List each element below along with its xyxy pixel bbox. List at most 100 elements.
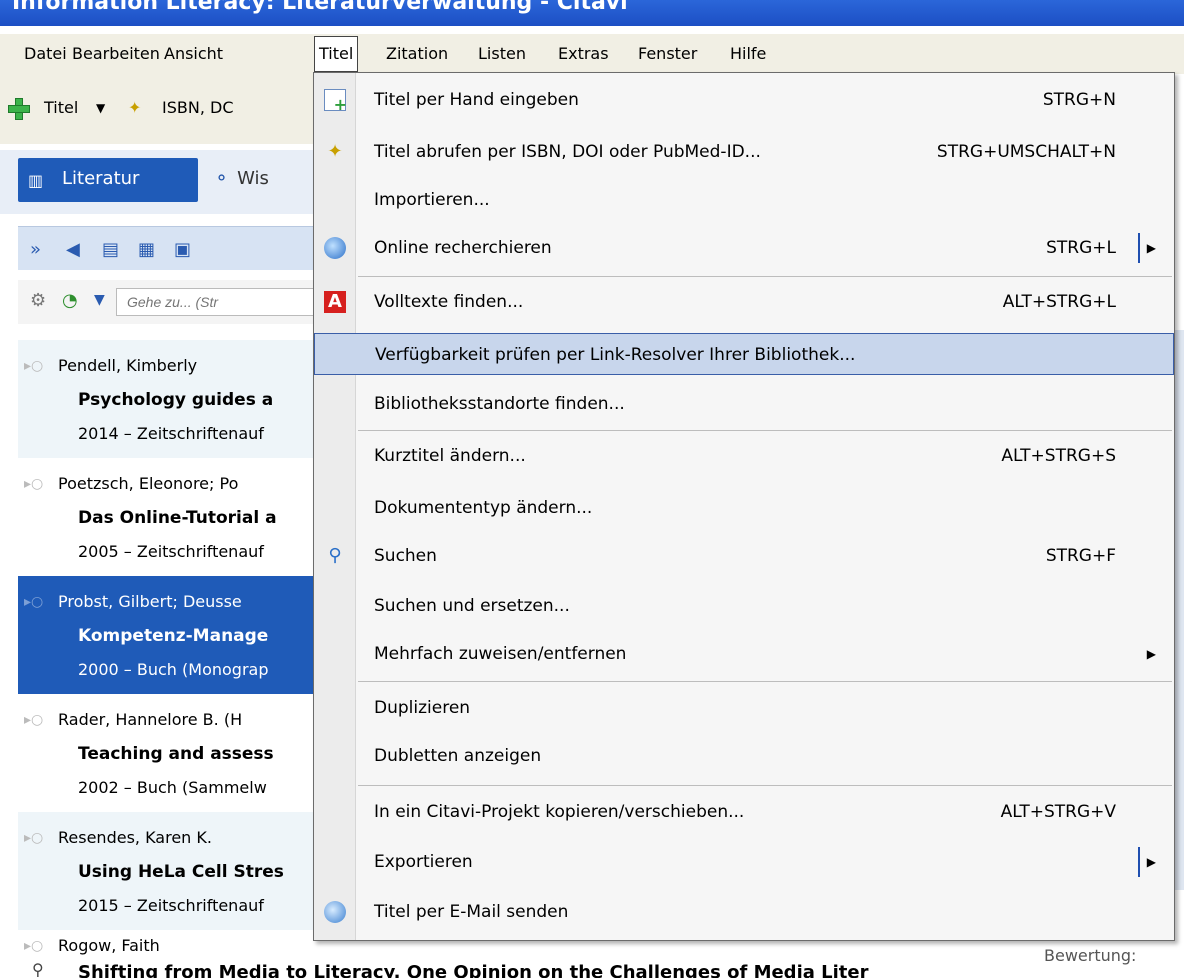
menu-fenster[interactable]: Fenster — [634, 34, 701, 74]
menu-item-verfuegbarkeit-pruefen[interactable]: Verfügbarkeit prüfen per Link-Resolver I… — [314, 333, 1174, 375]
menu-item-label: Dubletten anzeigen — [374, 746, 542, 766]
chevron-down-icon[interactable]: ▼ — [94, 292, 105, 308]
reference-meta: 2005 – Zeitschriftenauf — [78, 542, 264, 561]
edit-icon[interactable]: ▤ — [102, 239, 119, 260]
reference-title: Teaching and assess — [78, 744, 274, 764]
flag-icon[interactable]: ▸○ — [24, 358, 43, 374]
reference-author: Rogow, Faith — [58, 936, 160, 955]
chevron-down-icon[interactable]: ▼ — [96, 94, 105, 122]
menu-item-duplizieren[interactable]: Duplizieren — [314, 687, 1174, 729]
titel-dropdown-menu: Titel per Hand eingeben STRG+N ✦ Titel a… — [313, 72, 1175, 941]
history-icon[interactable]: ◔ — [62, 290, 78, 311]
menu-item-label: Importieren... — [374, 190, 490, 210]
menu-item-bibliotheksstandorte[interactable]: Bibliotheksstandorte finden... — [314, 383, 1174, 425]
menu-item-label: Suchen — [374, 546, 437, 566]
reference-title: Das Online-Tutorial a — [78, 508, 277, 528]
menu-item-kurztitel-aendern[interactable]: Kurztitel ändern... ALT+STRG+S — [314, 435, 1174, 477]
menu-hilfe[interactable]: Hilfe — [726, 34, 770, 74]
pdf-icon: A — [324, 291, 346, 313]
reference-title: Psychology guides a — [78, 390, 274, 410]
menu-item-titel-per-hand[interactable]: Titel per Hand eingeben STRG+N — [314, 79, 1174, 121]
toolbar: Titel ▼ ✦ ISBN, DC — [0, 74, 320, 144]
menu-separator — [358, 785, 1172, 786]
add-icon[interactable] — [8, 98, 30, 120]
menu-item-label: Titel per Hand eingeben — [374, 90, 579, 110]
menu-item-citavi-projekt-kopieren[interactable]: In ein Citavi-Projekt kopieren/verschieb… — [314, 791, 1174, 833]
menu-item-label: Kurztitel ändern... — [374, 446, 526, 466]
reference-title: Shifting from Media to Literacy. One Opi… — [78, 962, 869, 978]
menu-extras[interactable]: Extras — [554, 34, 613, 74]
reference-author: Pendell, Kimberly — [58, 356, 198, 375]
menu-item-shortcut: ALT+STRG+S — [1001, 446, 1116, 466]
tab-literatur[interactable]: ▥ Literatur — [18, 158, 198, 202]
navigator-tabs: ▥ Literatur ⚬ Wis — [0, 150, 320, 214]
export-icon[interactable]: ▣ — [174, 239, 191, 260]
menu-item-label: In ein Citavi-Projekt kopieren/verschieb… — [374, 802, 745, 822]
menu-zitation[interactable]: Zitation — [382, 34, 452, 74]
grid-icon[interactable]: ▦ — [138, 239, 155, 260]
menu-item-shortcut: ALT+STRG+L — [1002, 292, 1116, 312]
reference-title: Kompetenz-Manage — [78, 626, 269, 646]
search-icon: ⚲ — [328, 545, 342, 566]
menu-item-shortcut: ALT+STRG+V — [1000, 802, 1116, 822]
menu-item-importieren[interactable]: Importieren... — [314, 179, 1174, 221]
list-item[interactable]: ▸○ Rader, Hannelore B. (H Teaching and a… — [18, 694, 320, 812]
menu-item-volltexte-finden[interactable]: A Volltexte finden... ALT+STRG+L — [314, 281, 1174, 323]
menu-item-email-senden[interactable]: Titel per E-Mail senden — [314, 891, 1174, 933]
magic-wand-icon[interactable]: ✦ — [128, 94, 141, 122]
menu-datei[interactable]: Datei — [20, 34, 71, 74]
expand-icon[interactable]: » — [30, 239, 41, 260]
chevron-right-icon[interactable]: ▶ — [1147, 841, 1156, 883]
menu-separator — [358, 430, 1172, 431]
menu-item-label: Verfügbarkeit prüfen per Link-Resolver I… — [375, 345, 856, 365]
toolbar-titel-button[interactable]: Titel — [44, 94, 78, 122]
menu-item-label: Duplizieren — [374, 698, 471, 718]
list-item[interactable]: ▸○ Pendell, Kimberly Psychology guides a… — [18, 340, 320, 458]
list-item[interactable]: ▸○ Probst, Gilbert; Deusse Kompetenz-Man… — [18, 576, 320, 694]
flag-icon[interactable]: ▸○ — [24, 712, 43, 728]
flag-icon[interactable]: ▸○ — [24, 938, 43, 954]
menu-item-label: Mehrfach zuweisen/entfernen — [374, 644, 627, 664]
gear-icon[interactable]: ⚙ — [30, 290, 46, 311]
menu-titel[interactable]: Titel — [314, 36, 359, 72]
network-icon: ⚬ — [214, 168, 230, 189]
flag-icon[interactable]: ▸○ — [24, 476, 43, 492]
menu-listen[interactable]: Listen — [474, 34, 530, 74]
goto-input[interactable] — [116, 288, 326, 316]
menu-item-titel-abrufen[interactable]: ✦ Titel abrufen per ISBN, DOI oder PubMe… — [314, 131, 1174, 173]
menu-item-shortcut: STRG+F — [1045, 546, 1116, 566]
menu-item-suchen-und-ersetzen[interactable]: Suchen und ersetzen... — [314, 585, 1174, 627]
menu-item-label: Online recherchieren — [374, 238, 552, 258]
back-icon[interactable]: ◀ — [66, 239, 80, 260]
reference-list: ▸○ Pendell, Kimberly Psychology guides a… — [18, 340, 320, 978]
menu-item-label: Volltexte finden... — [374, 292, 524, 312]
split-divider — [1138, 847, 1140, 877]
flag-icon[interactable]: ▸○ — [24, 594, 43, 610]
menu-item-online-recherchieren[interactable]: Online recherchieren STRG+L ▶ — [314, 227, 1174, 269]
reference-meta: 2015 – Zeitschriftenauf — [78, 896, 264, 915]
menu-item-mehrfach-zuweisen[interactable]: Mehrfach zuweisen/entfernen ▶ — [314, 633, 1174, 675]
menu-item-dubletten-anzeigen[interactable]: Dubletten anzeigen — [314, 735, 1174, 777]
reference-meta: 2014 – Zeitschriftenauf — [78, 424, 264, 443]
tab-wissen[interactable]: ⚬ Wis — [214, 168, 269, 189]
flag-icon[interactable]: ▸○ — [24, 830, 43, 846]
reference-actionbar: » ◀ ▤ ▦ ▣ — [18, 226, 320, 270]
list-item[interactable]: ▸○ Poetzsch, Eleonore; Po Das Online-Tut… — [18, 458, 320, 576]
menu-ansicht[interactable]: Ansicht — [160, 34, 227, 74]
menu-item-label: Titel abrufen per ISBN, DOI oder PubMed-… — [374, 142, 761, 162]
rating-label: Bewertung: — [1044, 946, 1137, 965]
toolbar-isbn-button[interactable]: ISBN, DC — [162, 94, 233, 122]
menu-bearbeiten[interactable]: Bearbeiten — [68, 34, 164, 74]
menu-item-suchen[interactable]: ⚲ Suchen STRG+F — [314, 535, 1174, 577]
menu-item-exportieren[interactable]: Exportieren ▶ — [314, 841, 1174, 883]
reference-title: Using HeLa Cell Stres — [78, 862, 284, 882]
chevron-right-icon[interactable]: ▶ — [1147, 227, 1156, 269]
tab-wissen-label: Wis — [237, 168, 269, 189]
menu-item-shortcut: STRG+N — [1042, 90, 1116, 110]
search-row: ⚙ ◔ ▼ — [18, 280, 326, 324]
new-document-icon — [324, 89, 347, 116]
menu-item-dokumententyp-aendern[interactable]: Dokumententyp ändern... — [314, 487, 1174, 529]
list-item[interactable]: ▸○ Resendes, Karen K. Using HeLa Cell St… — [18, 812, 320, 930]
menu-item-label: Dokumententyp ändern... — [374, 498, 593, 518]
email-icon — [324, 901, 346, 923]
